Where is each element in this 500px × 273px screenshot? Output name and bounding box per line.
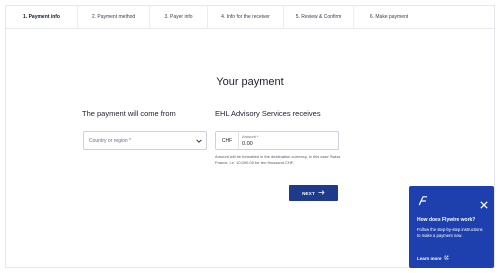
amount-input[interactable]: 0.00 [242, 141, 253, 147]
payment-stepper: 1. Payment info 2. Payment method 3. Pay… [6, 6, 494, 29]
next-button-label: NEXT [302, 190, 315, 196]
arrow-right-icon [318, 190, 325, 196]
close-icon[interactable] [480, 196, 488, 214]
country-select[interactable]: Country or region * [83, 131, 207, 150]
page-title: Your payment [216, 76, 284, 88]
help-widget-title: How does Flywire work? [417, 217, 476, 223]
step-info-for-receiver[interactable]: 4. Info for the receiver [208, 6, 284, 28]
step-review-confirm[interactable]: 5. Review & Confirm [284, 6, 354, 28]
flywire-logo-icon [417, 194, 429, 212]
chevron-down-icon [196, 138, 202, 144]
next-button[interactable]: NEXT [289, 185, 338, 201]
country-select-placeholder: Country or region * [89, 137, 131, 144]
currency-code: CHF [216, 132, 239, 149]
learn-more-label: Learn more [417, 255, 442, 261]
learn-more-link[interactable]: Learn more [417, 255, 449, 261]
receiver-heading: EHL Advisory Services receives [215, 109, 321, 118]
external-link-icon [444, 255, 449, 261]
help-widget-body: Follow the step-by-step instructions to … [417, 227, 483, 238]
amount-helper-text: Amount will be formatted in the destinat… [215, 154, 341, 165]
step-payment-method[interactable]: 2. Payment method [78, 6, 150, 28]
page-frame: 1. Payment info 2. Payment method 3. Pay… [5, 5, 495, 268]
payment-source-heading: The payment will come from [82, 109, 176, 118]
amount-field[interactable]: CHF Amount * 0.00 [215, 131, 339, 150]
amount-label: Amount * [242, 134, 259, 139]
help-widget: How does Flywire work? Follow the step-b… [409, 186, 494, 268]
amount-input-wrapper[interactable]: Amount * 0.00 [239, 132, 338, 149]
step-payment-info[interactable]: 1. Payment info [6, 6, 78, 28]
step-payer-info[interactable]: 3. Payer info [150, 6, 208, 28]
step-make-payment[interactable]: 6. Make payment [354, 6, 424, 28]
